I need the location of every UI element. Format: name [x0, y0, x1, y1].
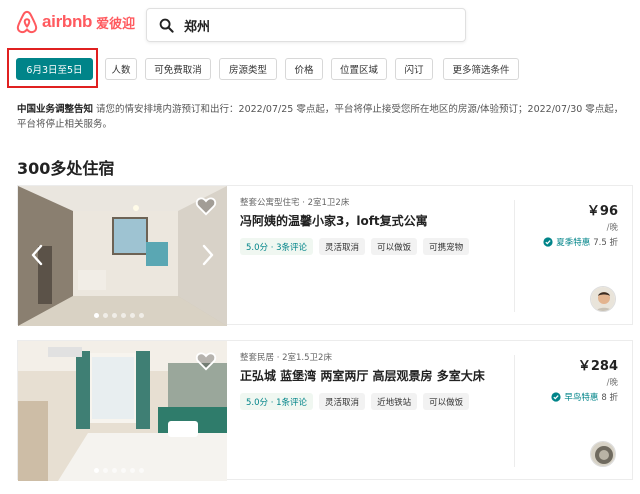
amenity-tag: 近地铁站 [371, 393, 418, 410]
amenity-tag: 可以做饭 [423, 393, 470, 410]
check-badge-icon [543, 237, 553, 247]
host-avatar-image [591, 287, 615, 311]
host-avatar[interactable] [590, 286, 616, 312]
amenity-tag: 灵活取消 [319, 393, 366, 410]
amenity-tag: 灵活取消 [319, 238, 366, 255]
promo-name: 夏季特惠 [556, 238, 591, 248]
heart-icon[interactable] [195, 196, 217, 216]
promo-name: 早鸟特惠 [564, 393, 599, 403]
pagination-dot [112, 468, 117, 473]
pagination-dot [103, 313, 108, 318]
price-box: ￥96 /晚 夏季特惠 7.5 折 [508, 200, 618, 248]
pagination-dot [103, 468, 108, 473]
airbnb-logo-icon [16, 10, 38, 34]
listing-tags: 5.0分 · 3条评论 灵活取消 可以做饭 可携宠物 [240, 238, 510, 255]
chevron-left-icon[interactable] [30, 244, 44, 266]
listing-info: 整套民居 · 2室1.5卫2床 正弘城 蓝堡湾 两室两厅 高层观景房 多室大床 … [240, 351, 510, 410]
pagination-dot [130, 468, 135, 473]
price-unit: /晚 [606, 223, 618, 233]
amenity-tag: 可携宠物 [423, 238, 470, 255]
listing-card[interactable]: 整套民居 · 2室1.5卫2床 正弘城 蓝堡湾 两室两厅 高层观景房 多室大床 … [17, 340, 633, 481]
photo-pagination [94, 313, 144, 318]
notice-title: 中国业务调整告知 [17, 104, 94, 115]
date-filter-button[interactable]: 6月3日至5日 [16, 58, 93, 80]
price: ￥96 [586, 204, 618, 219]
listing-meta: 整套民居 · 2室1.5卫2床 [240, 353, 332, 363]
header: airbnb 爱彼迎 郑州 [0, 0, 640, 48]
pagination-dot [121, 313, 126, 318]
brand-name: airbnb [42, 12, 93, 31]
listing-meta: 整套公寓型住宅 · 2室1卫2床 [240, 198, 350, 208]
listing-title[interactable]: 正弘城 蓝堡湾 两室两厅 高层观景房 多室大床 [240, 367, 510, 384]
promo-badge: 早鸟特惠 8 折 [508, 391, 618, 403]
free-cancel-filter-button[interactable]: 可免费取消 [145, 58, 211, 80]
listing-title[interactable]: 冯阿姨的温馨小家3，loft复式公寓 [240, 212, 510, 229]
rating-badge: 5.0分 · 1条评论 [240, 393, 314, 410]
listing-tags: 5.0分 · 1条评论 灵活取消 近地铁站 可以做饭 [240, 393, 510, 410]
host-avatar-image [591, 442, 615, 466]
pagination-dot [121, 468, 126, 473]
amenity-tag: 可以做饭 [371, 238, 418, 255]
price-box: ￥284 /晚 早鸟特惠 8 折 [508, 355, 618, 403]
more-filters-button[interactable]: 更多筛选条件 [443, 58, 519, 80]
rating-badge: 5.0分 · 3条评论 [240, 238, 314, 255]
promo-discount: 7.5 折 [593, 238, 618, 248]
instant-book-filter-button[interactable]: 闪订 [395, 58, 433, 80]
price: ￥284 [577, 359, 618, 374]
check-badge-icon [551, 392, 561, 402]
photo-pagination [94, 468, 144, 473]
search-icon [159, 18, 174, 33]
pagination-dot [139, 313, 144, 318]
airbnb-logo[interactable]: airbnb 爱彼迎 [16, 10, 135, 34]
pagination-dot [139, 468, 144, 473]
price-unit: /晚 [606, 378, 618, 388]
guests-filter-button[interactable]: 人数 [105, 58, 137, 80]
notice-body: 请您的情安排境内游预订和出行：2022/07/25 零点起，平台将停止接受您所在… [17, 104, 624, 130]
pagination-dot [94, 313, 99, 318]
location-filter-button[interactable]: 位置区域 [331, 58, 387, 80]
pagination-dot [94, 468, 99, 473]
results-heading: 300多处住宿 [17, 159, 115, 178]
promo-discount: 8 折 [601, 393, 618, 403]
room-type-filter-button[interactable]: 房源类型 [219, 58, 277, 80]
business-notice: 中国业务调整告知 请您的情安排境内游预订和出行：2022/07/25 零点起，平… [17, 102, 627, 132]
filter-bar: 6月3日至5日 人数 可免费取消 房源类型 价格 位置区域 闪订 更多筛选条件 [0, 48, 640, 88]
price-filter-button[interactable]: 价格 [285, 58, 323, 80]
heart-icon[interactable] [195, 351, 217, 371]
brand-cn-name: 爱彼迎 [96, 16, 136, 32]
pagination-dot [130, 313, 135, 318]
listing-info: 整套公寓型住宅 · 2室1卫2床 冯阿姨的温馨小家3，loft复式公寓 5.0分… [240, 196, 510, 255]
search-value: 郑州 [184, 19, 211, 35]
promo-badge: 夏季特惠 7.5 折 [508, 236, 618, 248]
listing-photo[interactable] [18, 186, 227, 326]
search-input[interactable]: 郑州 [146, 8, 466, 42]
pagination-dot [112, 313, 117, 318]
host-avatar[interactable] [590, 441, 616, 467]
listing-photo[interactable] [18, 341, 227, 481]
listing-card[interactable]: 整套公寓型住宅 · 2室1卫2床 冯阿姨的温馨小家3，loft复式公寓 5.0分… [17, 185, 633, 326]
chevron-right-icon[interactable] [201, 244, 215, 266]
